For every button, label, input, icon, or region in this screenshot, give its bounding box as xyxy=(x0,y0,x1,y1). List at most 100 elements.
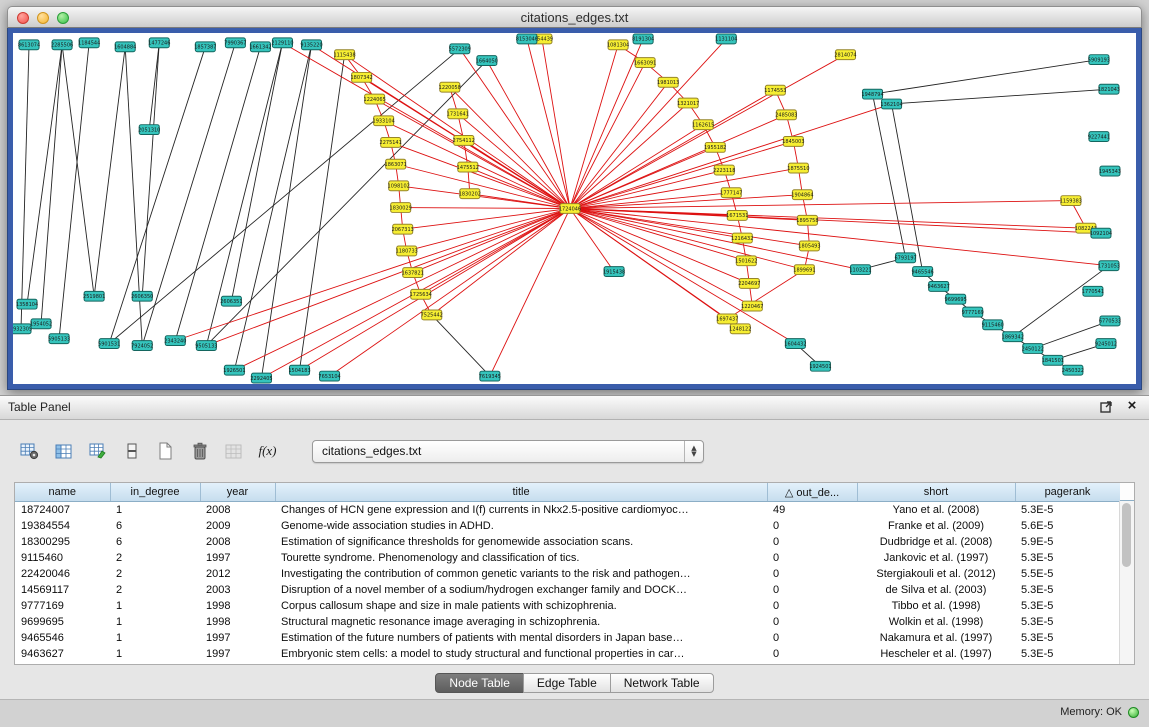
graph-edge[interactable] xyxy=(41,45,62,324)
table-row[interactable]: 2242004622012Investigating the contribut… xyxy=(15,566,1120,582)
graph-node[interactable]: 1224065 xyxy=(364,94,386,104)
graph-node[interactable]: 1475512 xyxy=(457,162,479,172)
graph-edge[interactable] xyxy=(570,115,786,209)
graph-node[interactable]: 1501622 xyxy=(735,256,757,266)
graph-node[interactable]: 1915438 xyxy=(603,267,625,277)
graph-edge[interactable] xyxy=(175,47,260,341)
graph-edge[interactable] xyxy=(570,39,643,209)
cell-out-degree[interactable]: 0 xyxy=(767,534,857,550)
table-row[interactable]: 1456911722003Disruption of a novel membe… xyxy=(15,582,1120,598)
graph-node[interactable]: 9115460 xyxy=(982,320,1004,330)
table-row[interactable]: 1830029562008Estimation of significance … xyxy=(15,534,1120,550)
cell-year[interactable]: 2003 xyxy=(200,582,275,598)
cell-name[interactable]: 9463627 xyxy=(15,646,110,662)
cell-pagerank[interactable]: 5.6E-5 xyxy=(1015,518,1120,534)
cell-year[interactable]: 1998 xyxy=(200,614,275,630)
graph-node[interactable]: 9463627 xyxy=(928,281,950,291)
cell-pagerank[interactable]: 5.5E-5 xyxy=(1015,566,1120,582)
graph-node[interactable]: 1863071 xyxy=(385,159,407,169)
graph-node[interactable]: 1924501 xyxy=(809,361,831,371)
graph-node[interactable]: 1504183 xyxy=(288,365,310,375)
cell-pagerank[interactable]: 5.3E-5 xyxy=(1015,630,1120,646)
graph-node[interactable]: 1857387 xyxy=(194,42,216,52)
float-panel-icon[interactable] xyxy=(1099,399,1113,413)
cell-title[interactable]: Disruption of a novel member of a sodium… xyxy=(275,582,767,598)
table-row[interactable]: 1872400712008Changes of HCN gene express… xyxy=(15,502,1120,519)
graph-edge[interactable] xyxy=(407,209,570,251)
graph-node[interactable]: 1664050 xyxy=(476,56,498,66)
table-row[interactable]: 977716911998Corpus callosum shape and si… xyxy=(15,598,1120,614)
cell-name[interactable]: 14569117 xyxy=(15,582,110,598)
cell-year[interactable]: 1997 xyxy=(200,630,275,646)
cell-name[interactable]: 9777169 xyxy=(15,598,110,614)
cell-short[interactable]: Yano et al. (2008) xyxy=(857,502,1015,519)
cell-out-degree[interactable]: 0 xyxy=(767,518,857,534)
cell-short[interactable]: Stergiakouli et al. (2012) xyxy=(857,566,1015,582)
column-header-title[interactable]: title xyxy=(275,483,767,502)
column-header-short[interactable]: short xyxy=(857,483,1015,502)
cell-name[interactable]: 9699695 xyxy=(15,614,110,630)
graph-node[interactable]: 1661342 xyxy=(249,42,271,52)
table-row[interactable]: 911546021997Tourette syndrome. Phenomeno… xyxy=(15,550,1120,566)
graph-node[interactable]: 1821043 xyxy=(1098,84,1120,94)
graph-node[interactable]: 2485083 xyxy=(775,110,797,120)
cell-in-degree[interactable]: 2 xyxy=(110,550,200,566)
cell-name[interactable]: 18300295 xyxy=(15,534,110,550)
column-header-pagerank[interactable]: pagerank xyxy=(1015,483,1120,502)
graph-node[interactable]: 9699695 xyxy=(945,294,967,304)
cell-short[interactable]: Franke et al. (2009) xyxy=(857,518,1015,534)
cell-out-degree[interactable]: 0 xyxy=(767,566,857,582)
graph-node[interactable]: 2067313 xyxy=(392,224,414,234)
graph-edge[interactable] xyxy=(27,45,62,304)
graph-edge[interactable] xyxy=(231,43,282,301)
graph-node[interactable]: 1869342 xyxy=(1002,332,1024,342)
graph-node[interactable]: 1159383 xyxy=(1060,196,1082,206)
tab-edge-table[interactable]: Edge Table xyxy=(523,673,611,693)
graph-node[interactable]: 2292405 xyxy=(250,373,272,383)
cell-in-degree[interactable]: 1 xyxy=(110,502,200,519)
graph-edge[interactable] xyxy=(94,47,125,296)
graph-node[interactable]: 1220058 xyxy=(439,82,461,92)
graph-node[interactable]: 7525442 xyxy=(421,310,443,320)
graph-edge[interactable] xyxy=(873,94,906,258)
cell-title[interactable]: Structural magnetic resonance image aver… xyxy=(275,614,767,630)
delete-column-button[interactable] xyxy=(186,438,213,464)
column-header-year[interactable]: year xyxy=(200,483,275,502)
graph-node[interactable]: 1875510 xyxy=(787,163,809,173)
graph-edge[interactable] xyxy=(570,125,703,209)
graph-node[interactable]: 1954052 xyxy=(30,319,52,329)
graph-node[interactable]: 1731053 xyxy=(1098,261,1120,271)
graph-node[interactable]: 2285506 xyxy=(51,40,73,50)
cell-pagerank[interactable]: 5.3E-5 xyxy=(1015,550,1120,566)
graph-node[interactable]: 8153046 xyxy=(516,34,538,44)
close-panel-icon[interactable]: × xyxy=(1125,399,1139,413)
cell-short[interactable]: Jankovic et al. (1997) xyxy=(857,550,1015,566)
graph-edge[interactable] xyxy=(570,55,845,209)
graph-node[interactable]: 2450122 xyxy=(1022,344,1044,354)
graph-node[interactable]: 2814074 xyxy=(834,50,856,60)
graph-node[interactable]: 5572309 xyxy=(449,44,471,54)
function-builder-button[interactable]: f(x) xyxy=(254,438,281,464)
graph-node[interactable]: 9777169 xyxy=(962,307,984,317)
cell-pagerank[interactable]: 5.3E-5 xyxy=(1015,598,1120,614)
cell-name[interactable]: 9465546 xyxy=(15,630,110,646)
graph-node[interactable]: 2606350 xyxy=(131,291,153,301)
table-row[interactable]: 969969511998Structural magnetic resonanc… xyxy=(15,614,1120,630)
graph-edge[interactable] xyxy=(206,209,570,346)
graph-node[interactable]: 7653104 xyxy=(318,371,340,381)
close-window-button[interactable] xyxy=(17,12,29,24)
graph-node[interactable]: 1321017 xyxy=(677,98,699,108)
graph-node[interactable]: 2343240 xyxy=(164,336,186,346)
graph-node[interactable]: 1926501 xyxy=(223,365,245,375)
graph-node[interactable]: 6793197 xyxy=(894,253,916,263)
graph-node[interactable]: 2450322 xyxy=(1062,365,1084,375)
graph-node[interactable]: 9135220 xyxy=(300,40,322,50)
graph-edge[interactable] xyxy=(330,209,570,377)
graph-edge[interactable] xyxy=(21,45,29,329)
graph-node[interactable]: 2051310 xyxy=(138,125,160,135)
cell-short[interactable]: Wolkin et al. (1998) xyxy=(857,614,1015,630)
cell-short[interactable]: Dudbridge et al. (2008) xyxy=(857,534,1015,550)
graph-node[interactable]: 8613074 xyxy=(18,40,40,50)
graph-edge[interactable] xyxy=(727,270,804,319)
graph-edge[interactable] xyxy=(570,209,1086,229)
